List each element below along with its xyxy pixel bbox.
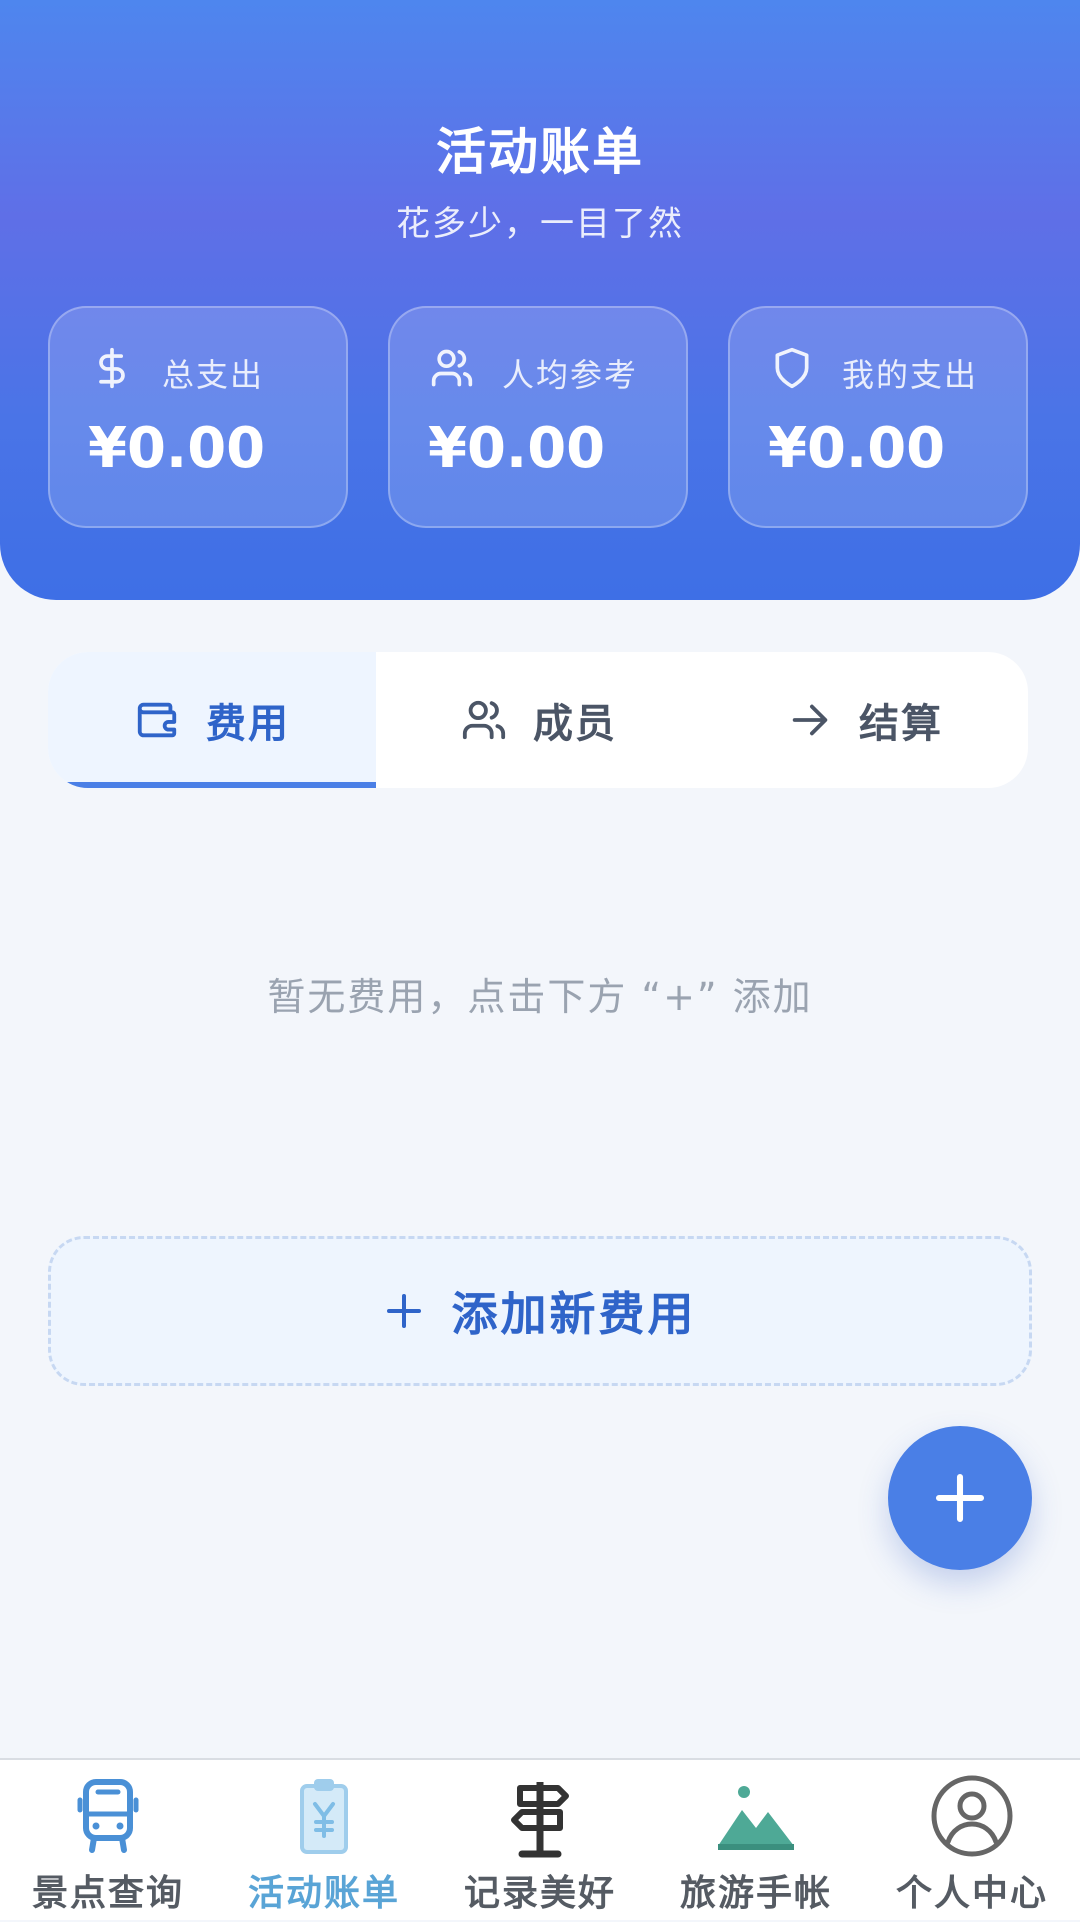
header-banner: 活动账单 花多少，一目了然 总支出 ¥0.00 人均参考 ¥0.00 我的支出 … bbox=[0, 0, 1080, 600]
stat-label: 人均参考 bbox=[502, 356, 639, 394]
page-subtitle: 花多少，一目了然 bbox=[396, 204, 684, 244]
tab-label: 费用 bbox=[206, 701, 290, 747]
plus-icon bbox=[386, 1294, 421, 1328]
stat-value: ¥0.00 bbox=[768, 416, 946, 481]
stat-value: ¥0.00 bbox=[428, 416, 606, 481]
tab-label: 结算 bbox=[859, 701, 943, 747]
stat-value: ¥0.00 bbox=[88, 416, 266, 481]
signpost-icon bbox=[511, 1782, 569, 1858]
stat-card-total: 总支出 ¥0.00 bbox=[48, 306, 348, 528]
tab-settlement[interactable]: 结算 bbox=[702, 652, 1028, 788]
arrow-right-icon bbox=[792, 704, 828, 736]
bottom-nav: 景点查询 活动账单 记录美好 旅游手帐 个人中心 bbox=[0, 1758, 1080, 1920]
nav-label: 活动账单 bbox=[247, 1873, 400, 1914]
wallet-icon bbox=[137, 702, 177, 738]
tab-bar: 费用 成员 结算 bbox=[48, 652, 1028, 788]
nav-label: 个人中心 bbox=[895, 1873, 1048, 1914]
tab-expenses[interactable]: 费用 bbox=[48, 652, 376, 788]
empty-state-text: 暂无费用，点击下方 “+” 添加 bbox=[267, 975, 813, 1019]
add-expense-label: 添加新费用 bbox=[451, 1287, 697, 1341]
clipboard-yen-icon bbox=[300, 1779, 348, 1854]
tab-label: 成员 bbox=[533, 701, 617, 747]
nav-label: 旅游手帐 bbox=[679, 1873, 832, 1914]
add-expense-button[interactable]: 添加新费用 bbox=[48, 1236, 1032, 1386]
active-tab-indicator bbox=[48, 782, 376, 788]
nav-item-activity-bill[interactable]: 活动账单 bbox=[216, 1760, 432, 1922]
floating-add-button[interactable] bbox=[888, 1426, 1032, 1570]
nav-item-record[interactable]: 记录美好 bbox=[432, 1760, 648, 1922]
bus-icon bbox=[77, 1779, 139, 1853]
users-icon bbox=[462, 700, 506, 740]
page-title: 活动账单 bbox=[436, 123, 644, 181]
nav-item-attractions[interactable]: 景点查询 bbox=[0, 1760, 216, 1922]
tab-members[interactable]: 成员 bbox=[376, 652, 702, 788]
mountain-icon bbox=[718, 1786, 794, 1850]
user-circle-icon bbox=[931, 1775, 1013, 1857]
nav-item-profile[interactable]: 个人中心 bbox=[864, 1760, 1080, 1922]
stat-card-mine: 我的支出 ¥0.00 bbox=[728, 306, 1028, 528]
users-icon bbox=[431, 349, 473, 387]
plus-icon bbox=[935, 1473, 985, 1523]
nav-label: 景点查询 bbox=[31, 1873, 184, 1914]
nav-label: 记录美好 bbox=[463, 1873, 616, 1914]
shield-icon bbox=[775, 347, 809, 389]
stat-card-per-person: 人均参考 ¥0.00 bbox=[388, 306, 688, 528]
nav-item-travel-journal[interactable]: 旅游手帐 bbox=[648, 1760, 864, 1922]
stat-label: 我的支出 bbox=[842, 356, 979, 394]
stat-label: 总支出 bbox=[162, 356, 265, 394]
dollar-icon bbox=[99, 347, 125, 389]
